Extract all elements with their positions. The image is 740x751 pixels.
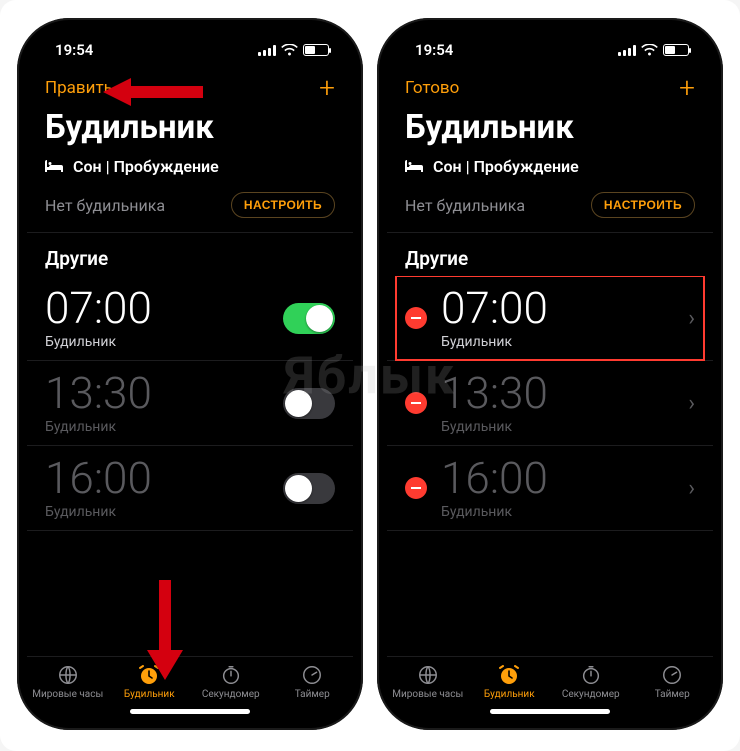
alarm-label: Будильник [45, 504, 283, 520]
wifi-icon [281, 44, 298, 56]
alarm-label: Будильник [441, 504, 678, 520]
alarm-label: Будильник [45, 334, 283, 350]
other-section-label: Другие [27, 233, 353, 276]
alarm-row-edit[interactable]: 07:00 Будильник › [387, 276, 713, 361]
status-time: 19:54 [415, 41, 453, 59]
alarm-toggle[interactable] [283, 388, 335, 419]
tab-label: Секундомер [562, 689, 620, 700]
tab-label: Секундомер [202, 689, 260, 700]
alarm-label: Будильник [441, 334, 678, 350]
alarm-time: 13:30 [45, 371, 283, 415]
tab-bar: Мировые часы Будильник Секундомер Таймер [387, 656, 713, 702]
annotation-arrow-tab [137, 580, 193, 680]
tab-world-clock[interactable]: Мировые часы [387, 663, 469, 700]
alarm-row[interactable]: 07:00 Будильник [27, 276, 353, 361]
annotation-arrow-edit [103, 72, 203, 112]
globe-icon [57, 663, 79, 687]
tab-timer[interactable]: Таймер [272, 663, 354, 700]
phone-left: 19:54 Править + Будильник Сон | Про [17, 18, 363, 730]
alarm-row[interactable]: 13:30 Будильник [27, 361, 353, 446]
tab-label: Таймер [655, 689, 690, 700]
battery-icon [663, 44, 689, 56]
alarm-time: 16:00 [45, 456, 283, 500]
alarm-time: 07:00 [45, 286, 283, 330]
tab-label: Мировые часы [392, 689, 463, 700]
tab-label: Будильник [484, 689, 535, 700]
page-title: Будильник [387, 106, 713, 157]
delete-button[interactable] [405, 392, 427, 414]
delete-button[interactable] [405, 307, 427, 329]
alarm-toggle[interactable] [283, 303, 335, 334]
bed-icon [405, 160, 425, 174]
wifi-icon [641, 44, 658, 56]
tab-world-clock[interactable]: Мировые часы [27, 663, 109, 700]
notch [475, 28, 625, 54]
alarm-time: 13:30 [441, 371, 678, 415]
alarm-row-edit[interactable]: 13:30 Будильник › [387, 361, 713, 446]
status-time: 19:54 [55, 41, 93, 59]
tab-stopwatch[interactable]: Секундомер [550, 663, 632, 700]
sleep-section-label: Сон | Пробуждение [73, 157, 219, 176]
delete-button[interactable] [405, 477, 427, 499]
done-button[interactable]: Готово [405, 78, 459, 98]
home-indicator[interactable] [27, 702, 353, 720]
tab-label: Таймер [295, 689, 330, 700]
alarm-time: 16:00 [441, 456, 678, 500]
add-alarm-button[interactable]: + [679, 74, 695, 102]
phone-right: 19:54 Готово + Будильник Сон | Проб [377, 18, 723, 730]
alarm-time: 07:00 [441, 286, 678, 330]
other-section-label: Другие [387, 233, 713, 276]
tab-timer[interactable]: Таймер [632, 663, 714, 700]
stopwatch-icon [220, 663, 242, 687]
alarm-clock-icon [497, 663, 521, 687]
chevron-right-icon: › [678, 476, 695, 501]
tab-alarm[interactable]: Будильник [469, 663, 551, 700]
alarm-label: Будильник [45, 419, 283, 435]
chevron-right-icon: › [678, 391, 695, 416]
configure-button[interactable]: НАСТРОИТЬ [591, 192, 695, 218]
configure-button[interactable]: НАСТРОИТЬ [231, 192, 335, 218]
notch [115, 28, 265, 54]
timer-icon [661, 663, 683, 687]
no-alarm-text: Нет будильника [405, 196, 525, 215]
sleep-section-label: Сон | Пробуждение [433, 157, 579, 176]
alarm-row[interactable]: 16:00 Будильник [27, 446, 353, 531]
alarm-row-edit[interactable]: 16:00 Будильник › [387, 446, 713, 531]
alarm-label: Будильник [441, 419, 678, 435]
alarm-toggle[interactable] [283, 473, 335, 504]
tab-stopwatch[interactable]: Секундомер [190, 663, 272, 700]
globe-icon [417, 663, 439, 687]
page-title: Будильник [27, 106, 353, 157]
tab-label: Мировые часы [32, 689, 103, 700]
stopwatch-icon [580, 663, 602, 687]
bed-icon [45, 160, 65, 174]
chevron-right-icon: › [678, 306, 695, 331]
battery-icon [303, 44, 329, 56]
no-alarm-text: Нет будильника [45, 196, 165, 215]
timer-icon [301, 663, 323, 687]
add-alarm-button[interactable]: + [319, 74, 335, 102]
home-indicator[interactable] [387, 702, 713, 720]
tab-label: Будильник [124, 689, 175, 700]
